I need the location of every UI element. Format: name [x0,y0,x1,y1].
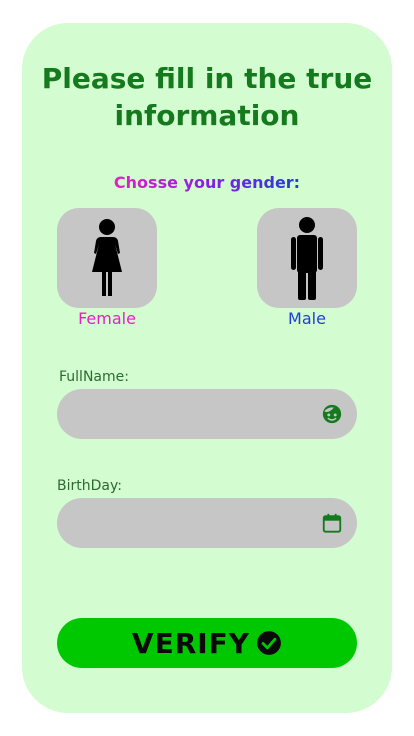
fullname-field[interactable] [57,389,357,441]
face-icon [322,404,342,424]
gender-label-female[interactable]: Female [57,309,157,329]
gender-label-male[interactable]: Male [257,309,357,329]
male-figure-icon [291,217,323,300]
verify-button[interactable]: VERIFY [57,618,357,668]
fullname-label: FullName: [59,369,129,385]
check-circle-icon [257,631,282,655]
calendar-icon[interactable] [321,512,343,534]
gender-option-male[interactable] [257,208,357,308]
birthday-label: BirthDay: [57,478,122,494]
birthday-field[interactable] [57,498,357,550]
verify-label: VERIFY [131,626,251,660]
gender-prompt-text: Chosse your gender: [113,173,301,192]
gender-option-female[interactable] [57,208,157,308]
fullname-input[interactable] [77,389,311,441]
gender-prompt: Chosse your gender: [0,172,414,194]
female-figure-icon [92,219,122,296]
page-title: Please fill in the true information [41,62,373,132]
birthday-input[interactable] [77,498,311,550]
